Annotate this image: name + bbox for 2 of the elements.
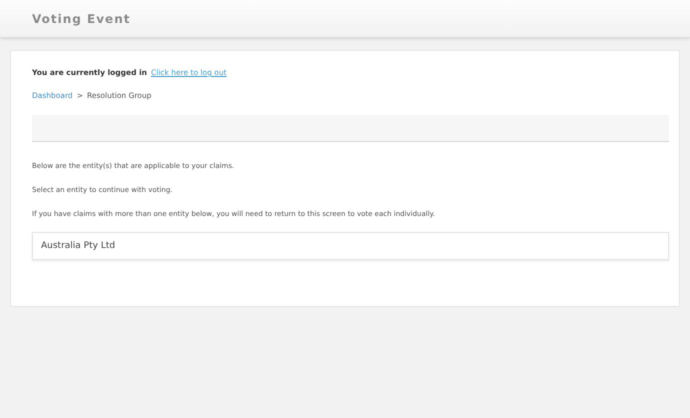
entity-item[interactable]: Australia Pty Ltd bbox=[32, 232, 669, 260]
page-title: Voting Event bbox=[32, 12, 130, 26]
